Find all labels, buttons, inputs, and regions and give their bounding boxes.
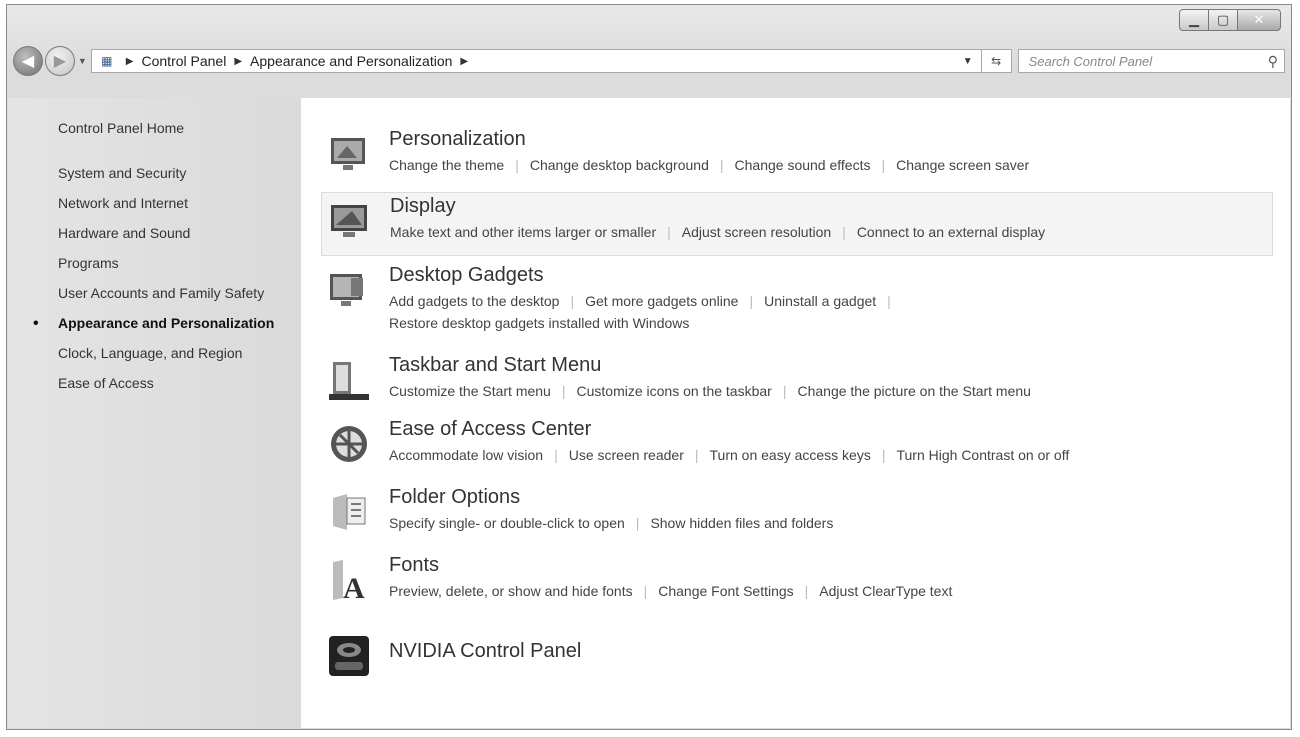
minimize-button[interactable]: ▁ [1179,9,1209,31]
link-accommodate-low-vision[interactable]: Accommodate low vision [389,447,543,463]
category-title[interactable]: Folder Options [389,484,833,510]
forward-button[interactable]: ▶ [44,46,75,76]
link-change-desktop-background[interactable]: Change desktop background [530,157,709,173]
link-change-sound-effects[interactable]: Change sound effects [735,157,871,173]
link-customize-start-menu[interactable]: Customize the Start menu [389,383,551,399]
breadcrumb-separator-icon[interactable]: ▶ [234,56,242,67]
personalization-icon [331,138,365,170]
sidebar-item-appearance: Appearance and Personalization [33,314,288,333]
back-arrow-icon: ◀ [21,53,35,70]
link-connect-external-display[interactable]: Connect to an external display [857,224,1045,240]
forward-arrow-icon: ▶ [53,53,67,70]
sidebar-item-clock-language[interactable]: Clock, Language, and Region [58,344,288,363]
category-fonts: A Fonts Preview, delete, or show and hid… [327,552,1277,602]
category-title[interactable]: Desktop Gadgets [389,262,902,288]
folder-options-icon [333,494,366,530]
link-show-hidden-files[interactable]: Show hidden files and folders [650,515,833,531]
main-content: Personalization Change the theme | Change … [301,98,1290,728]
link-get-more-gadgets[interactable]: Get more gadgets online [585,293,738,309]
category-title[interactable]: Display [390,193,1045,219]
maximize-button[interactable]: ▢ [1208,9,1238,31]
sidebar-item-network-internet[interactable]: Network and Internet [58,194,288,213]
link-easy-access-keys[interactable]: Turn on easy access keys [710,447,871,463]
refresh-button[interactable]: ⇆ [981,49,1012,73]
category-title[interactable]: NVIDIA Control Panel [389,638,581,664]
breadcrumb-control-panel[interactable]: Control Panel [142,53,227,69]
search-placeholder: Search Control Panel [1028,53,1153,69]
close-button[interactable]: ✕ [1237,9,1281,31]
category-title[interactable]: Personalization [389,126,1029,152]
link-uninstall-gadget[interactable]: Uninstall a gadget [764,293,876,309]
category-personalization: Personalization Change the theme | Change … [327,126,1277,176]
link-single-double-click[interactable]: Specify single- or double-click to open [389,515,625,531]
ease-of-access-icon [331,426,367,462]
breadcrumb-separator-icon[interactable]: ▶ [126,56,134,67]
recent-pages-dropdown-icon[interactable]: ▼ [78,56,87,66]
link-adjust-cleartype[interactable]: Adjust ClearType text [819,583,952,599]
sidebar-item-system-security[interactable]: System and Security [58,164,288,183]
sidebar: Control Panel Home System and Security N… [8,98,301,728]
fonts-icon: A [333,560,365,602]
link-make-text-larger[interactable]: Make text and other items larger or smal… [390,224,656,240]
link-restore-gadgets[interactable]: Restore desktop gadgets installed with W… [389,315,689,331]
link-change-theme[interactable]: Change the theme [389,157,504,173]
address-dropdown-icon[interactable]: ▼ [963,56,973,67]
nvidia-icon [329,636,369,676]
link-adjust-resolution[interactable]: Adjust screen resolution [682,224,831,240]
sidebar-item-ease-of-access[interactable]: Ease of Access [58,374,288,393]
category-display: Display Make text and other items larger… [321,192,1273,256]
address-bar[interactable]: ▦ ▶ Control Panel ▶ Appearance and Perso… [90,49,982,73]
category-title[interactable]: Ease of Access Center [389,416,1069,442]
category-folder-options: Folder Options Specify single- or double… [327,484,1277,534]
control-panel-window: ▁ ▢ ✕ ◀ ▶ ▼ ▦ ▶ Control Panel ▶ Appearan… [6,4,1292,730]
control-panel-icon: ▦ [101,54,113,68]
category-taskbar-start-menu: Taskbar and Start Menu Customize the Sta… [327,352,1277,402]
sidebar-home-link[interactable]: Control Panel Home [58,120,184,136]
back-button[interactable]: ◀ [13,46,43,76]
svg-text:A: A [343,572,365,602]
link-use-screen-reader[interactable]: Use screen reader [569,447,684,463]
breadcrumb-separator-icon[interactable]: ▶ [460,56,468,67]
taskbar-icon [329,362,369,400]
sidebar-item-hardware-sound[interactable]: Hardware and Sound [58,224,288,243]
category-ease-of-access-center: Ease of Access Center Accommodate low vi… [327,416,1277,466]
display-icon [331,205,367,237]
navigation-bar: ◀ ▶ ▼ ▦ ▶ Control Panel ▶ Appearance and… [13,43,1286,79]
link-high-contrast[interactable]: Turn High Contrast on or off [896,447,1069,463]
sidebar-item-programs[interactable]: Programs [58,254,288,273]
link-customize-taskbar-icons[interactable]: Customize icons on the taskbar [577,383,772,399]
sidebar-list: System and Security Network and Internet… [33,164,288,404]
category-title[interactable]: Taskbar and Start Menu [389,352,1031,378]
category-nvidia-control-panel: NVIDIA Control Panel [327,628,1277,678]
search-icon[interactable]: ⚲ [1268,53,1278,70]
category-desktop-gadgets: Desktop Gadgets Add gadgets to the deskt… [327,262,1277,334]
search-input[interactable]: Search Control Panel ⚲ [1017,49,1286,73]
sidebar-item-user-accounts[interactable]: User Accounts and Family Safety [58,284,288,303]
link-add-gadgets[interactable]: Add gadgets to the desktop [389,293,559,309]
link-change-start-picture[interactable]: Change the picture on the Start menu [797,383,1030,399]
link-change-font-settings[interactable]: Change Font Settings [658,583,793,599]
link-change-screen-saver[interactable]: Change screen saver [896,157,1029,173]
link-preview-fonts[interactable]: Preview, delete, or show and hide fonts [389,583,633,599]
refresh-icon: ⇆ [991,54,1002,68]
breadcrumb-appearance[interactable]: Appearance and Personalization [250,53,452,69]
category-title[interactable]: Fonts [389,552,952,578]
desktop-gadgets-icon [330,274,363,306]
caption-buttons: ▁ ▢ ✕ [1179,9,1281,31]
